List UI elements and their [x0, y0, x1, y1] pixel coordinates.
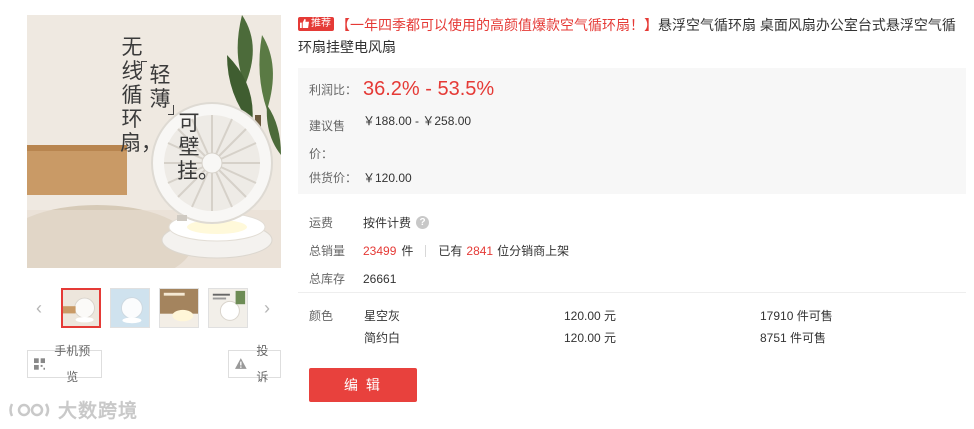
shipping-row: 运费 按件计费 ? — [309, 214, 430, 231]
thumbnail-strip: ‹ › — [27, 288, 281, 328]
stock-row: 总库存 26661 — [309, 270, 396, 287]
recommend-badge: 推荐 — [298, 16, 334, 31]
qrcode-icon — [34, 358, 46, 370]
shipping-value: 按件计费 — [363, 216, 412, 230]
profit-row: 利润比： 36.2% - 53.5% — [309, 78, 494, 101]
sales-label: 总销量 — [309, 244, 346, 258]
supply-price-label: 供货价： — [309, 171, 358, 185]
caption-bracket-open — [141, 61, 147, 71]
divider — [425, 244, 427, 257]
watermark-text: 大数跨境 — [58, 401, 139, 422]
price-panel: 利润比： 36.2% - 53.5% 建议售价： ￥188.00 - ￥258.… — [298, 68, 966, 194]
product-title: 推荐 【一年四季都可以使用的高颜值爆款空气循环扇！】悬浮空气循环扇 桌面风扇办公… — [298, 14, 968, 58]
supply-price-row: 供货价： ￥120.00 — [309, 169, 412, 186]
recommend-badge-label: 推荐 — [311, 17, 331, 29]
watermark: 大数跨境 — [8, 396, 138, 423]
image-caption-1: 无线循环扇， — [120, 35, 162, 155]
prev-thumb-arrow-icon[interactable]: ‹ — [31, 298, 47, 318]
profit-value: 36.2% - 53.5% — [363, 78, 495, 100]
report-label: 投诉 — [256, 344, 269, 384]
caption-bracket-close — [168, 105, 174, 115]
thumbnail-4[interactable] — [208, 288, 248, 328]
color-option-stock: 8751 件可售 — [760, 331, 827, 345]
image-caption-2: 轻薄 — [149, 63, 171, 111]
sales-row: 总销量 23499 件 已有 2841 位分销商上架 — [309, 242, 569, 259]
listed-prefix: 已有 — [438, 244, 463, 258]
sales-unit: 件 — [401, 244, 414, 258]
sales-count: 23499 — [363, 243, 397, 258]
suggest-price-label: 建议售价： — [309, 119, 346, 161]
title-highlight: 【一年四季都可以使用的高颜值爆款空气循环扇！】 — [336, 17, 658, 33]
section-divider — [298, 292, 966, 293]
profit-label: 利润比： — [309, 83, 358, 97]
product-main-image: 无线循环扇， 轻薄 可壁挂。 — [27, 15, 281, 268]
stock-value: 26661 — [363, 271, 397, 286]
color-option-price: 120.00 元 — [564, 331, 617, 345]
help-icon[interactable]: ? — [416, 216, 430, 229]
color-label: 颜色 — [309, 309, 334, 323]
color-option-stock: 17910 件可售 — [760, 309, 833, 323]
suggest-price-row: 建议售价： ￥188.00 - ￥258.00 — [309, 112, 471, 168]
watermark-logo-icon — [9, 402, 50, 417]
warning-icon — [235, 358, 247, 369]
supply-price-value: ￥120.00 — [363, 171, 412, 185]
color-option-name[interactable]: 简约白 — [364, 329, 400, 346]
listed-suffix: 位分销商上架 — [497, 244, 570, 258]
edit-button[interactable]: 编 辑 — [309, 368, 417, 402]
mobile-preview-label: 手机预览 — [54, 344, 91, 384]
thumbnail-2[interactable] — [110, 288, 150, 328]
mobile-preview-button[interactable]: 手机预览 — [27, 344, 102, 384]
listed-count: 2841 — [466, 243, 494, 258]
shipping-label: 运费 — [309, 216, 334, 230]
stock-label: 总库存 — [309, 272, 346, 286]
suggest-price-value: ￥188.00 - ￥258.00 — [363, 114, 472, 128]
next-thumb-arrow-icon[interactable]: › — [259, 298, 275, 318]
color-option-name[interactable]: 星空灰 — [364, 307, 400, 324]
report-button[interactable]: 投诉 — [228, 344, 281, 384]
color-option-price: 120.00 元 — [564, 309, 617, 323]
thumbnail-3[interactable] — [159, 288, 199, 328]
thumbnail-1[interactable] — [61, 288, 101, 328]
image-caption-3: 可壁挂。 — [177, 111, 219, 183]
thumbs-up-icon — [300, 19, 309, 28]
